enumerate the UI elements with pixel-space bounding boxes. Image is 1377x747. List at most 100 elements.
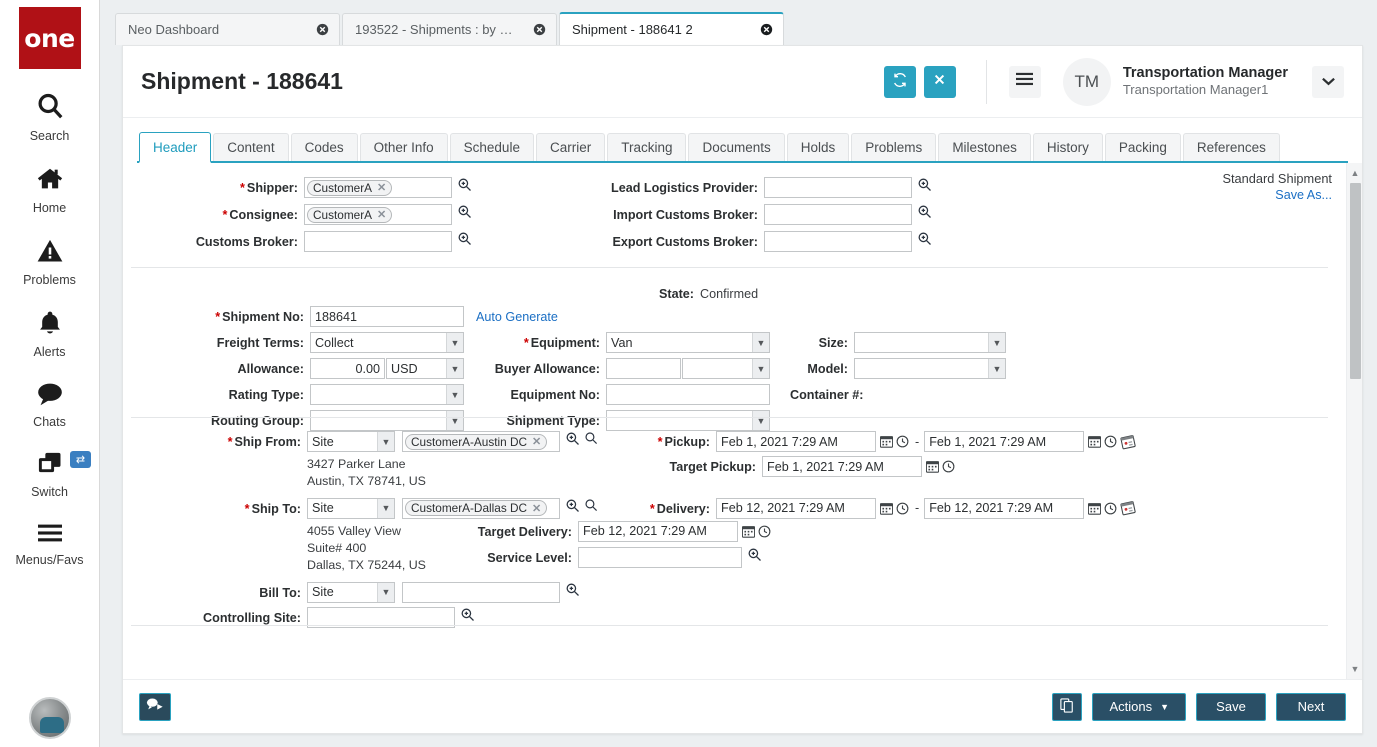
export-customs-broker-input[interactable] — [764, 231, 912, 252]
tab-schedule[interactable]: Schedule — [450, 133, 534, 161]
ship-from-chip[interactable]: CustomerA-Austin DC ✕ — [405, 434, 547, 450]
chip-remove-icon[interactable]: ✕ — [532, 435, 541, 448]
swap-arrows-icon[interactable]: ⇄ — [70, 451, 91, 468]
calendar-icon[interactable] — [1086, 432, 1102, 451]
clock-icon[interactable] — [894, 499, 910, 518]
actions-button[interactable]: Actions ▼ — [1092, 693, 1186, 721]
delivery-to-input[interactable] — [924, 498, 1084, 519]
ship-from-zoom-search-icon[interactable] — [565, 431, 580, 446]
chat-button[interactable] — [139, 693, 171, 721]
size-select[interactable]: ▼ — [854, 332, 1006, 353]
refresh-button[interactable] — [884, 66, 916, 98]
clock-icon[interactable] — [940, 457, 956, 476]
sidebar-item-home[interactable]: Home — [0, 165, 99, 215]
tab-holds[interactable]: Holds — [787, 133, 850, 161]
buyer-allowance-amount-input[interactable] — [606, 358, 681, 379]
scrollbar-thumb[interactable] — [1350, 183, 1361, 379]
ship-to-search-icon[interactable] — [584, 498, 598, 512]
calendar-icon[interactable] — [878, 499, 894, 518]
consignee-search-icon[interactable] — [457, 204, 472, 219]
auto-generate-link[interactable]: Auto Generate — [476, 306, 558, 324]
clock-icon[interactable] — [1102, 499, 1118, 518]
target-delivery-input[interactable] — [578, 521, 738, 542]
tab-problems[interactable]: Problems — [851, 133, 936, 161]
close-button[interactable] — [924, 66, 956, 98]
user-menu-button[interactable] — [1312, 66, 1344, 98]
ship-from-search-icon[interactable] — [584, 431, 598, 445]
model-select[interactable]: ▼ — [854, 358, 1006, 379]
clock-icon[interactable] — [756, 522, 772, 541]
chip-remove-icon[interactable]: ✕ — [532, 502, 541, 515]
sidebar-item-menus-favs[interactable]: Menus/Favs — [0, 521, 99, 567]
tab-references[interactable]: References — [1183, 133, 1280, 161]
sidebar-item-problems[interactable]: Problems — [0, 237, 99, 287]
tab-history[interactable]: History — [1033, 133, 1103, 161]
ship-from-input[interactable]: CustomerA-Austin DC ✕ — [402, 431, 560, 452]
tab-other-info[interactable]: Other Info — [360, 133, 448, 161]
calendar-icon[interactable] — [1086, 499, 1102, 518]
tab-milestones[interactable]: Milestones — [938, 133, 1031, 161]
close-icon[interactable] — [519, 23, 546, 36]
ship-from-type-select[interactable]: Site ▼ — [307, 431, 395, 452]
document-tab-shipment-188641[interactable]: Shipment - 188641 2 — [559, 12, 784, 45]
service-level-input[interactable] — [578, 547, 742, 568]
customs-broker-input[interactable] — [304, 231, 452, 252]
customs-broker-search-icon[interactable] — [457, 231, 472, 246]
sidebar-item-alerts[interactable]: Alerts — [0, 309, 99, 359]
consignee-input[interactable]: CustomerA ✕ — [304, 204, 452, 225]
save-button[interactable]: Save — [1196, 693, 1266, 721]
controlling-site-search-icon[interactable] — [460, 607, 475, 622]
tab-packing[interactable]: Packing — [1105, 133, 1181, 161]
ship-to-type-select[interactable]: Site ▼ — [307, 498, 395, 519]
bill-to-input[interactable] — [402, 582, 560, 603]
document-tab-neo-dashboard[interactable]: Neo Dashboard — [115, 13, 340, 45]
sidebar-item-search[interactable]: Search — [0, 91, 99, 143]
equipment-select[interactable]: Van ▼ — [606, 332, 770, 353]
calendar-icon[interactable] — [924, 457, 940, 476]
import-customs-broker-search-icon[interactable] — [917, 204, 932, 219]
tab-documents[interactable]: Documents — [688, 133, 784, 161]
shipper-input[interactable]: CustomerA ✕ — [304, 177, 452, 198]
calendar-icon[interactable] — [878, 432, 894, 451]
bill-to-search-icon[interactable] — [565, 582, 580, 597]
scroll-down-arrow-icon[interactable]: ▼ — [1347, 661, 1362, 677]
copy-document-button[interactable] — [1052, 693, 1082, 721]
buyer-allowance-currency-select[interactable]: ▼ — [682, 358, 770, 379]
vertical-scrollbar[interactable]: ▲ ▼ — [1346, 163, 1362, 679]
allowance-currency-select[interactable]: USD ▼ — [386, 358, 464, 379]
sidebar-item-chats[interactable]: Chats — [0, 381, 99, 429]
tab-carrier[interactable]: Carrier — [536, 133, 605, 161]
clock-icon[interactable] — [894, 432, 910, 451]
calendar-icon[interactable] — [740, 522, 756, 541]
user-avatar-photo[interactable] — [29, 697, 71, 739]
routing-group-select[interactable]: ▼ — [310, 410, 464, 431]
next-button[interactable]: Next — [1276, 693, 1346, 721]
shipper-chip[interactable]: CustomerA ✕ — [307, 180, 392, 196]
appointment-calendar-icon[interactable] — [1118, 432, 1138, 451]
tab-content[interactable]: Content — [213, 133, 288, 161]
chip-remove-icon[interactable]: ✕ — [377, 181, 386, 194]
ship-to-zoom-search-icon[interactable] — [565, 498, 580, 513]
rating-type-select[interactable]: ▼ — [310, 384, 464, 405]
avatar[interactable]: TM — [1063, 58, 1111, 106]
close-icon[interactable] — [302, 23, 329, 36]
lead-logistics-provider-search-icon[interactable] — [917, 177, 932, 192]
bill-to-type-select[interactable]: Site ▼ — [307, 582, 395, 603]
shipment-no-input[interactable] — [310, 306, 464, 327]
brand-logo[interactable]: one — [19, 7, 81, 69]
chip-remove-icon[interactable]: ✕ — [377, 208, 386, 221]
close-icon[interactable] — [746, 23, 773, 36]
export-customs-broker-search-icon[interactable] — [917, 231, 932, 246]
consignee-chip[interactable]: CustomerA ✕ — [307, 207, 392, 223]
target-pickup-input[interactable] — [762, 456, 922, 477]
tab-tracking[interactable]: Tracking — [607, 133, 686, 161]
shipper-search-icon[interactable] — [457, 177, 472, 192]
shipment-type-select[interactable]: ▼ — [606, 410, 770, 431]
ship-to-input[interactable]: CustomerA-Dallas DC ✕ — [402, 498, 560, 519]
ship-to-chip[interactable]: CustomerA-Dallas DC ✕ — [405, 500, 547, 516]
save-as-link[interactable]: Save As... — [1222, 188, 1332, 202]
menu-button[interactable] — [1009, 66, 1041, 98]
appointment-calendar-icon[interactable] — [1118, 499, 1138, 518]
import-customs-broker-input[interactable] — [764, 204, 912, 225]
document-tab-shipments-list[interactable]: 193522 - Shipments : by Shipme... — [342, 13, 557, 45]
